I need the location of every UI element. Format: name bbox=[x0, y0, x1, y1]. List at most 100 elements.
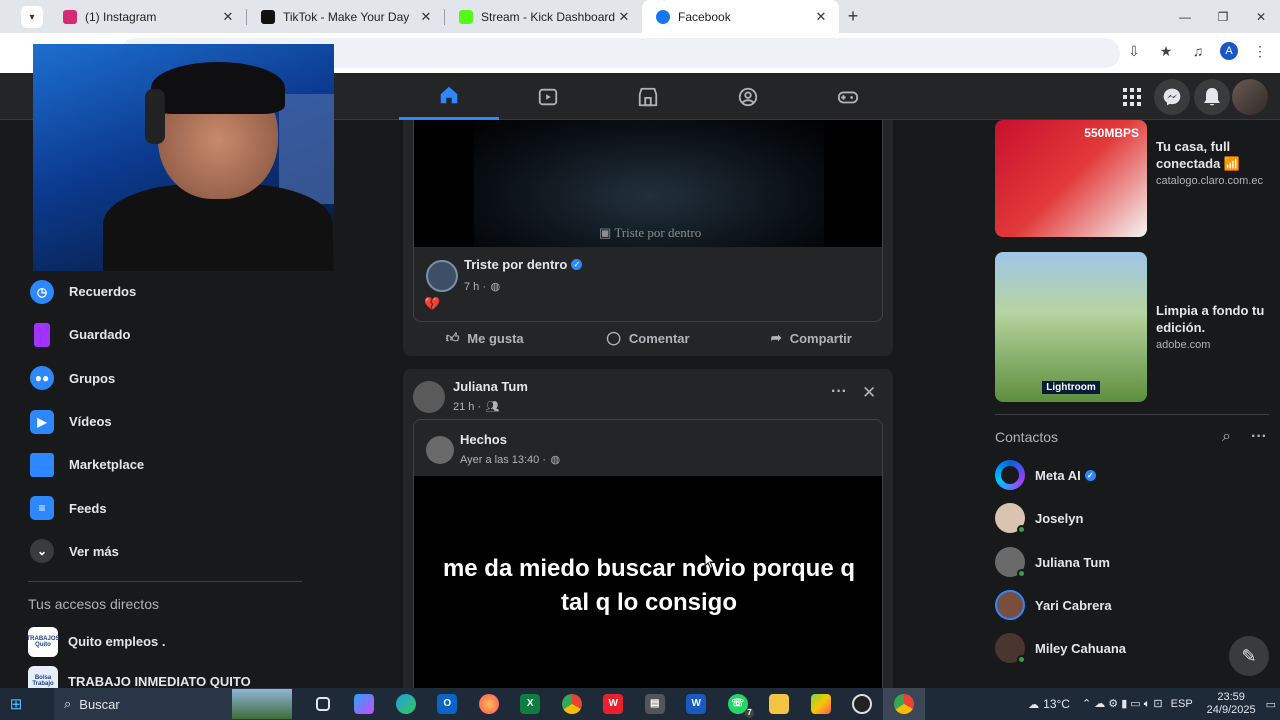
like-button[interactable]: 👍︎ Me gusta bbox=[403, 320, 566, 356]
messenger-button[interactable] bbox=[1154, 79, 1190, 115]
webcam-background bbox=[279, 94, 334, 204]
comment-button[interactable]: ◯ Comentar bbox=[566, 320, 729, 356]
marketplace-icon bbox=[30, 452, 54, 477]
contact-item[interactable]: Miley Cahuana bbox=[995, 630, 1269, 666]
online-indicator bbox=[1017, 569, 1026, 578]
author-name[interactable]: Juliana Tum bbox=[453, 379, 528, 394]
gaming-tab[interactable] bbox=[798, 73, 898, 120]
sidebar-item-ver-mas[interactable]: ⌄ Ver más bbox=[16, 530, 316, 573]
new-message-button[interactable]: ✎ bbox=[1229, 636, 1269, 676]
marketplace-tab[interactable] bbox=[598, 73, 698, 120]
sidebar-item-guardado[interactable]: Guardado bbox=[16, 313, 316, 356]
tab-search-button[interactable]: ▾ bbox=[21, 6, 43, 28]
author-avatar[interactable] bbox=[413, 381, 445, 413]
page-name[interactable]: Triste por dentro bbox=[464, 257, 567, 272]
sponsored-ad[interactable]: Lightroom Limpia a fondo tu edición. ado… bbox=[995, 252, 1280, 402]
windows-start-icon[interactable]: ⊞ bbox=[0, 688, 32, 720]
clock[interactable]: 23:59 24/9/2025 bbox=[1197, 691, 1266, 717]
comment-label: Comentar bbox=[628, 330, 690, 346]
post-image[interactable]: me da miedo buscar novio porque q tal q … bbox=[414, 476, 882, 696]
shortcut-item[interactable]: TRABAJOS Quito Quito empleos . bbox=[16, 620, 316, 663]
post-video[interactable]: ▣ Triste por dentro bbox=[414, 120, 882, 247]
sidebar-item-feeds[interactable]: ≡ Feeds bbox=[16, 486, 316, 529]
tab-kick[interactable]: Stream - Kick Dashboard ✕ bbox=[445, 0, 642, 33]
more-options-icon[interactable]: ··· bbox=[1251, 428, 1267, 446]
media-control-icon[interactable]: ♫ bbox=[1188, 41, 1208, 61]
sidebar-item-videos[interactable]: ▶ Vídeos bbox=[16, 400, 316, 443]
whatsapp-icon[interactable]: ☏ 7 bbox=[717, 688, 759, 720]
notification-icon[interactable]: ▭ bbox=[1266, 698, 1276, 711]
post-time[interactable]: 7 h · bbox=[464, 281, 486, 293]
close-tab-icon[interactable]: ✕ bbox=[220, 9, 236, 25]
contact-item[interactable]: Yari Cabrera bbox=[995, 587, 1269, 623]
clapper-app-icon[interactable]: ▤ bbox=[634, 688, 676, 720]
minimize-icon[interactable]: — bbox=[1166, 0, 1204, 33]
weather-temp[interactable]: 13°C bbox=[1043, 697, 1070, 711]
outlook-icon[interactable]: O bbox=[427, 688, 469, 720]
install-app-icon[interactable]: ⇩ bbox=[1124, 41, 1144, 61]
search-icon[interactable]: ⌕ bbox=[1222, 428, 1231, 446]
chrome-active-icon[interactable] bbox=[883, 688, 925, 720]
chrome-icon[interactable] bbox=[551, 688, 593, 720]
close-icon[interactable]: ✕ bbox=[862, 383, 876, 403]
post-time[interactable]: Ayer a las 13:40 · bbox=[460, 454, 546, 466]
close-window-icon[interactable]: ✕ bbox=[1242, 0, 1280, 33]
sidebar-item-label: Grupos bbox=[69, 370, 116, 386]
new-tab-button[interactable]: + bbox=[839, 0, 867, 33]
sidebar-item-label: Recuerdos bbox=[69, 284, 137, 300]
obs-icon[interactable] bbox=[842, 688, 884, 720]
thumbs-up-icon: 👍︎ bbox=[445, 330, 460, 345]
tray-icons[interactable]: ⌃ ☁ ⚙ ▮ ▭ 🔈︎ ⊡ bbox=[1082, 697, 1163, 711]
facebook-icon bbox=[656, 9, 670, 24]
contact-avatar bbox=[995, 633, 1026, 664]
ad-image: Lightroom bbox=[995, 252, 1147, 402]
menu-grid-button[interactable] bbox=[1114, 79, 1150, 115]
close-tab-icon[interactable]: ✕ bbox=[813, 9, 829, 25]
bluestacks-icon[interactable] bbox=[800, 688, 842, 720]
menu-kebab-icon[interactable]: ⋮ bbox=[1250, 41, 1270, 61]
excel-icon[interactable]: X bbox=[510, 688, 552, 720]
contact-name: Juliana Tum bbox=[1035, 554, 1110, 570]
close-tab-icon[interactable]: ✕ bbox=[418, 9, 434, 25]
tab-facebook[interactable]: Facebook ✕ bbox=[642, 0, 839, 33]
sidebar-item-marketplace[interactable]: Marketplace bbox=[16, 443, 316, 486]
messenger-icon bbox=[1163, 88, 1181, 106]
tab-tiktok[interactable]: TikTok - Make Your Day ✕ bbox=[247, 0, 444, 33]
groups-tab[interactable] bbox=[698, 73, 798, 120]
firefox-icon[interactable] bbox=[468, 688, 510, 720]
sidebar-item-grupos[interactable]: ●● Grupos bbox=[16, 357, 316, 400]
home-tab[interactable] bbox=[399, 73, 499, 120]
share-icon: ➦ bbox=[770, 330, 782, 345]
contact-item[interactable]: Joselyn bbox=[995, 500, 1269, 536]
notifications-button[interactable] bbox=[1194, 79, 1230, 115]
sponsored-ad[interactable]: 550MBPS Tu casa, full conectada 📶 catalo… bbox=[995, 120, 1280, 237]
word-icon[interactable]: W bbox=[676, 688, 718, 720]
file-explorer-icon[interactable] bbox=[759, 688, 801, 720]
task-view-icon[interactable] bbox=[302, 688, 344, 720]
edge-icon[interactable] bbox=[385, 688, 427, 720]
post-time[interactable]: 21 h · bbox=[453, 401, 481, 413]
maximize-icon[interactable]: ❐ bbox=[1204, 0, 1242, 33]
weather-cloud-icon[interactable]: ☁ bbox=[1028, 698, 1039, 711]
contact-item[interactable]: Meta AI ✓ bbox=[995, 457, 1269, 493]
taskbar-search[interactable]: ⌕ Buscar bbox=[54, 688, 292, 720]
video-tab[interactable] bbox=[498, 73, 598, 120]
page-name[interactable]: Hechos bbox=[460, 432, 560, 447]
instagram-icon bbox=[63, 9, 77, 24]
page-avatar[interactable] bbox=[426, 259, 458, 292]
more-options-icon[interactable]: ··· bbox=[831, 383, 847, 401]
contact-item[interactable]: Juliana Tum bbox=[995, 544, 1269, 580]
copilot-icon[interactable] bbox=[344, 688, 386, 720]
close-tab-icon[interactable]: ✕ bbox=[616, 9, 632, 25]
share-button[interactable]: ➦ Compartir bbox=[730, 320, 893, 356]
bookmark-star-icon[interactable]: ★ bbox=[1156, 41, 1176, 61]
page-avatar[interactable] bbox=[426, 436, 454, 464]
profile-avatar[interactable]: A bbox=[1220, 42, 1238, 60]
account-avatar[interactable] bbox=[1232, 79, 1268, 115]
post-body: 💔 bbox=[424, 296, 441, 311]
wps-icon[interactable]: W bbox=[593, 688, 635, 720]
language-indicator[interactable]: ESP bbox=[1171, 698, 1193, 710]
sidebar-item-recuerdos[interactable]: ◷ Recuerdos bbox=[16, 270, 316, 313]
ad-domain: adobe.com bbox=[1156, 339, 1211, 351]
tab-instagram[interactable]: (1) Instagram ✕ bbox=[49, 0, 246, 33]
